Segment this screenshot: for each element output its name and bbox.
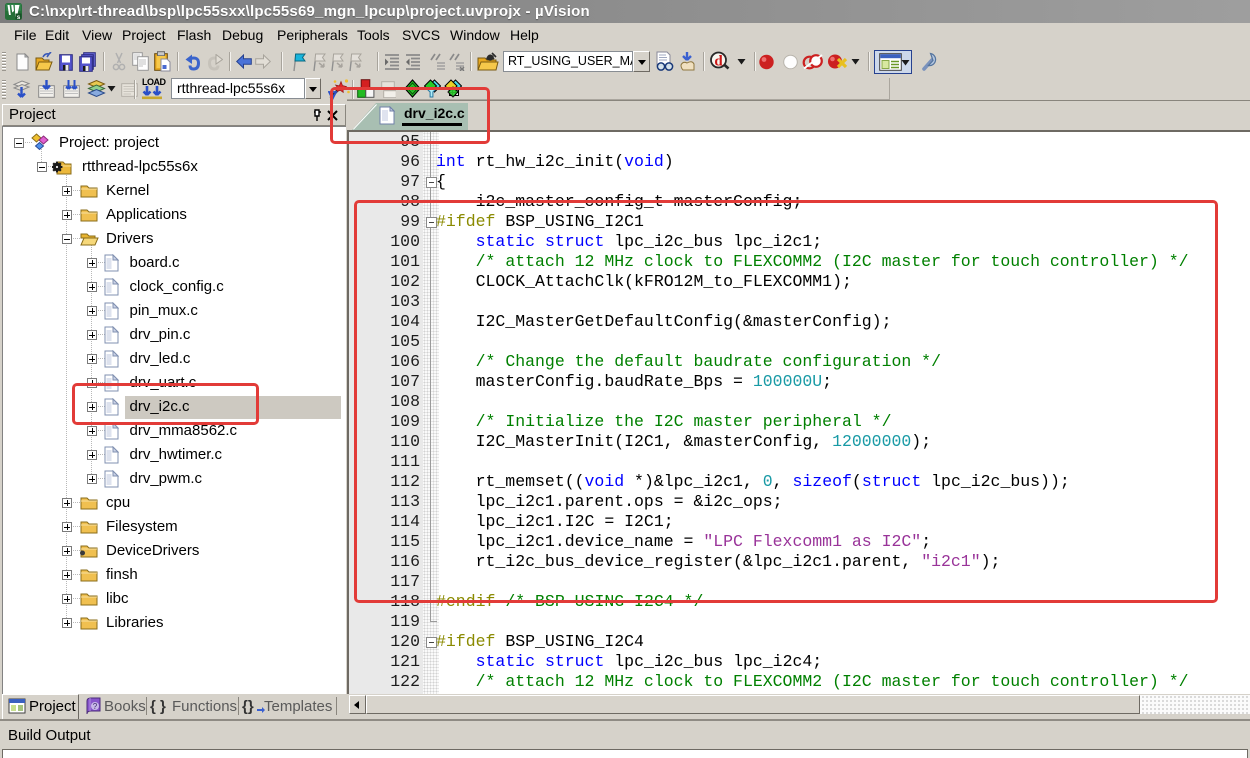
svg-text:d: d: [714, 54, 723, 70]
svg-text:s: s: [17, 14, 21, 20]
svg-text:?: ?: [93, 702, 98, 711]
